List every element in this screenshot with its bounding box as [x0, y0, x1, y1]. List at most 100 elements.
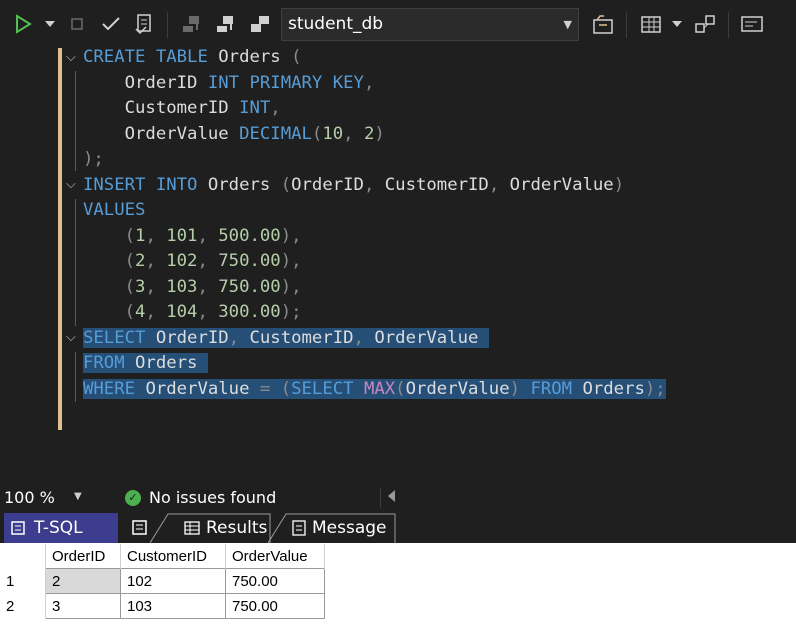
code-line[interactable]: INSERT INTO Orders (OrderID, CustomerID,… [83, 173, 624, 198]
code-line[interactable]: WHERE OrderValue = (SELECT MAX(OrderValu… [83, 377, 666, 402]
results-to-text-icon[interactable] [738, 10, 766, 38]
code-token: OrderID [155, 327, 229, 348]
zoom-level[interactable]: 100 % [4, 488, 55, 507]
code-line[interactable]: FROM Orders [83, 351, 208, 376]
table-cell[interactable]: 3 [45, 593, 121, 619]
results-grid[interactable]: OrderID CustomerID OrderValue 1 2 102 75… [0, 543, 796, 628]
code-token: ( [395, 378, 406, 399]
code-line[interactable]: (4, 104, 300.00); [83, 300, 302, 325]
grid-icon[interactable] [638, 10, 664, 38]
tab-message[interactable]: Message [268, 513, 398, 544]
folder-icon[interactable] [590, 10, 616, 38]
change-connection-icon[interactable] [248, 10, 272, 38]
code-token: ) [613, 174, 625, 195]
code-token: , [145, 225, 167, 246]
fold-chevron-icon[interactable]: ⌵ [66, 330, 76, 345]
issues-indicator[interactable]: ✓ No issues found [125, 488, 276, 507]
code-token: INT [239, 98, 271, 118]
table-row[interactable]: 1 2 102 750.00 [0, 568, 325, 594]
code-token: ( [83, 276, 136, 297]
parse-icon[interactable] [132, 10, 156, 38]
code-line[interactable]: (2, 102, 750.00), [83, 249, 302, 274]
code-token: ) [374, 123, 385, 144]
code-token: INTO [155, 174, 208, 195]
code-token: CustomerID [249, 327, 354, 348]
table-cell[interactable]: 102 [120, 568, 226, 594]
code-token: SELECT [83, 327, 156, 348]
row-number[interactable]: 1 [0, 568, 46, 594]
code-token: 750.00 [218, 276, 281, 297]
toolbar-separator [728, 12, 729, 38]
code-token: , [145, 302, 167, 322]
code-token: OrderValue [145, 378, 260, 399]
stop-icon[interactable] [68, 10, 86, 38]
table-row[interactable]: 2 3 103 750.00 [0, 593, 325, 619]
scroll-left-icon[interactable] [388, 490, 395, 502]
code-line[interactable]: SELECT OrderID, CustomerID, OrderValue [83, 326, 489, 351]
tab-message-label: Message [312, 518, 387, 538]
check-icon[interactable] [100, 10, 122, 38]
code-token: OrderID [83, 72, 208, 93]
column-header[interactable]: OrderID [45, 544, 121, 569]
table-cell[interactable]: 103 [120, 593, 226, 619]
table-cell[interactable]: 750.00 [225, 593, 325, 619]
code-line[interactable]: OrderValue DECIMAL(10, 2) [83, 122, 385, 147]
code-token: Orders [207, 174, 281, 195]
code-line[interactable]: ); [83, 147, 104, 172]
code-token: OrderID [291, 174, 364, 195]
database-select[interactable]: student_db ▼ [281, 8, 579, 41]
code-token: = ( [259, 378, 292, 399]
code-token: ) [509, 378, 531, 399]
code-token: FROM [83, 353, 136, 373]
row-number[interactable]: 2 [0, 593, 46, 619]
code-token: , [197, 225, 219, 246]
row-number-header [0, 544, 46, 569]
code-token: PRIMARY [249, 72, 333, 93]
chevron-down-icon[interactable]: ▼ [74, 491, 82, 502]
code-line[interactable]: CREATE TABLE Orders ( [83, 45, 302, 70]
results-table: OrderID CustomerID OrderValue 1 2 102 75… [0, 544, 325, 619]
code-token: SELECT [291, 378, 364, 399]
editor-status-bar: 100 % ▼ ✓ No issues found [0, 484, 796, 511]
code-line[interactable]: OrderID INT PRIMARY KEY, [83, 71, 375, 96]
code-token: , [270, 98, 281, 118]
code-token: WHERE [83, 378, 146, 399]
table-cell[interactable]: 750.00 [225, 568, 325, 594]
plan-icon[interactable] [692, 10, 718, 38]
code-token: , [363, 174, 385, 195]
code-token: ); [644, 378, 666, 399]
tab-results[interactable]: Results [150, 513, 276, 544]
code-token: KEY [332, 72, 364, 93]
code-token: ( [311, 123, 323, 144]
code-token: Orders [218, 47, 292, 67]
code-line[interactable]: (1, 101, 500.00), [83, 224, 302, 249]
play-icon[interactable] [12, 10, 34, 38]
tab-tsql[interactable]: T-SQL [4, 513, 118, 543]
execute-dropdown-icon[interactable] [42, 10, 58, 38]
plan-tab-icon [132, 520, 147, 535]
grid-icon [184, 521, 200, 535]
table-cell[interactable]: 2 [45, 568, 121, 594]
code-token: ( [291, 47, 302, 67]
code-token: ( [83, 302, 136, 322]
fold-chevron-icon[interactable]: ⌵ [66, 50, 76, 65]
fold-chevron-icon[interactable]: ⌵ [66, 177, 76, 192]
code-line[interactable]: CustomerID INT, [83, 96, 281, 121]
code-token: ), [280, 276, 302, 297]
code-token: OrderValue [83, 123, 240, 144]
code-token: 2 [135, 251, 146, 271]
column-header[interactable]: OrderValue [225, 544, 325, 569]
results-dropdown-icon[interactable] [670, 10, 684, 38]
disconnect-icon[interactable] [214, 10, 238, 38]
code-token: ( [83, 225, 136, 246]
code-token: 103 [166, 276, 198, 297]
code-token: , [145, 276, 167, 297]
connect-icon[interactable] [180, 10, 204, 38]
code-line[interactable]: (3, 103, 750.00), [83, 275, 302, 300]
code-line[interactable]: VALUES [83, 198, 145, 223]
code-token: , [197, 302, 219, 322]
column-header[interactable]: CustomerID [120, 544, 226, 569]
query-editor[interactable]: ⌵ ⌵ ⌵ CREATE TABLE Orders ( OrderID INT … [0, 44, 796, 484]
code-token: , [228, 327, 250, 348]
fold-guide [75, 352, 76, 402]
